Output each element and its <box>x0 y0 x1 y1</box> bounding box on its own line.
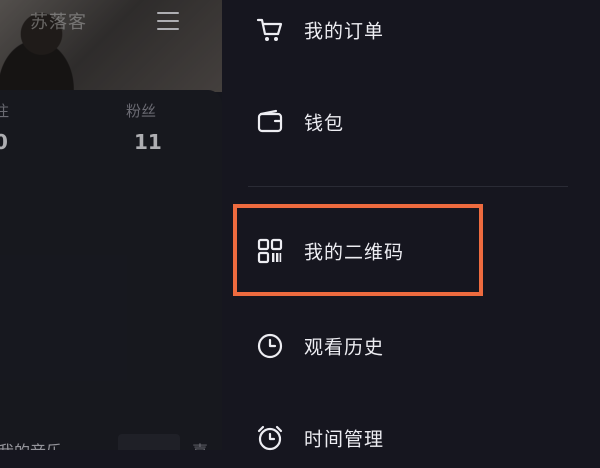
menu-item-wallet[interactable]: 钱包 <box>222 92 600 152</box>
music-right-label: 喜 <box>192 438 208 450</box>
stat-label-following: 注 <box>0 102 10 120</box>
menu-item-wallet-label: 钱包 <box>304 112 345 135</box>
profile-panel: 苏落客 注 0 粉丝 11 我的音乐 喜 <box>0 0 222 450</box>
menu-item-time-management-label: 时间管理 <box>304 428 385 451</box>
clock-icon <box>257 333 283 359</box>
stat-value-fans[interactable]: 11 <box>134 130 162 154</box>
menu-item-orders[interactable]: 我的订单 <box>222 0 600 60</box>
highlight-box <box>233 204 483 296</box>
stat-label-fans: 粉丝 <box>126 102 157 120</box>
hamburger-menu-icon[interactable] <box>157 12 179 32</box>
music-thumbnail <box>118 434 180 450</box>
menu-item-watch-history[interactable]: 观看历史 <box>222 316 600 376</box>
menu-divider <box>248 186 568 187</box>
menu-item-watch-history-label: 观看历史 <box>304 336 385 359</box>
stat-value-following[interactable]: 0 <box>0 130 8 154</box>
profile-card <box>0 90 222 450</box>
cart-icon <box>256 18 283 41</box>
cover-name-text: 苏落客 <box>30 12 87 33</box>
menu-item-orders-label: 我的订单 <box>304 20 385 43</box>
menu-item-time-management[interactable]: 时间管理 <box>222 408 600 468</box>
alarm-icon <box>257 425 283 451</box>
profile-cover-image: 苏落客 <box>0 0 222 104</box>
my-music-label[interactable]: 我的音乐 <box>0 438 62 450</box>
wallet-icon <box>257 109 283 133</box>
